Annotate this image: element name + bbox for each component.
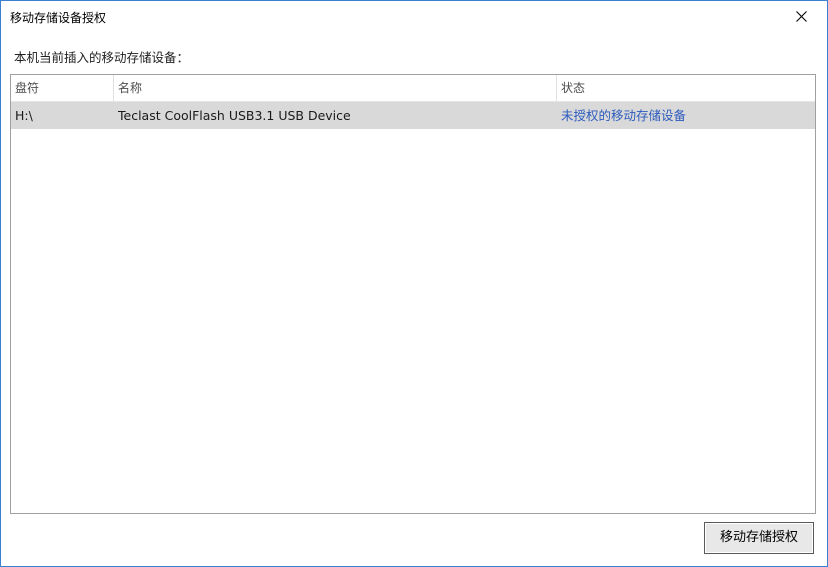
column-divider[interactable]	[556, 75, 557, 101]
status-cell[interactable]: 未授权的移动存储设备	[561, 102, 686, 129]
close-icon	[796, 11, 807, 22]
device-list-caption: 本机当前插入的移动存储设备：	[14, 50, 190, 65]
column-header-status[interactable]: 状态	[561, 75, 801, 101]
column-header-name[interactable]: 名称	[118, 75, 548, 101]
device-name-cell: Teclast CoolFlash USB3.1 USB Device	[118, 108, 351, 123]
window-title: 移动存储设备授权	[10, 11, 107, 25]
drive-letter-cell: H:\	[15, 108, 33, 123]
authorization-dialog: 移动存储设备授权 本机当前插入的移动存储设备： 盘符 名称 状态 H:\ Tec…	[0, 0, 828, 567]
column-divider[interactable]	[113, 75, 114, 101]
device-list[interactable]: 盘符 名称 状态 H:\ Teclast CoolFlash USB3.1 US…	[10, 74, 816, 514]
list-header: 盘符 名称 状态	[11, 75, 815, 102]
authorize-storage-button[interactable]: 移动存储授权	[704, 522, 814, 554]
column-header-drive[interactable]: 盘符	[15, 75, 111, 101]
close-button[interactable]	[779, 1, 825, 32]
table-row[interactable]: H:\ Teclast CoolFlash USB3.1 USB Device …	[11, 102, 815, 129]
title-bar: 移动存储设备授权	[1, 1, 827, 32]
